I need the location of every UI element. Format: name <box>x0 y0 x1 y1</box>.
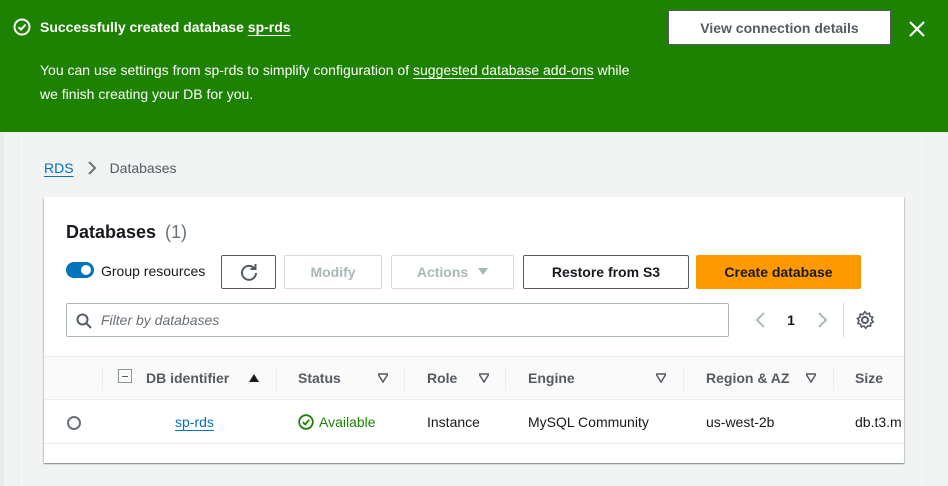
restore-from-s3-button[interactable]: Restore from S3 <box>523 255 689 289</box>
column-divider <box>683 367 684 391</box>
chevron-left-icon[interactable] <box>754 311 768 329</box>
status-cell: Available <box>298 400 376 444</box>
caret-down-icon <box>478 268 489 275</box>
filter-databases-input[interactable] <box>101 310 701 330</box>
flash-message: You can use settings from sp-rds to simp… <box>40 58 650 106</box>
table-header: DB identifier Status Role Engine Region … <box>44 356 904 400</box>
engine-cell: MySQL Community <box>528 414 649 430</box>
success-flash-banner: Successfully created database sp-rds You… <box>0 0 948 132</box>
page-number[interactable]: 1 <box>783 312 799 328</box>
status-text: Available <box>319 414 376 430</box>
role-cell: Instance <box>427 414 480 430</box>
create-database-button[interactable]: Create database <box>696 255 861 289</box>
actions-label: Actions <box>416 264 469 280</box>
collapse-all-icon[interactable] <box>118 369 132 383</box>
chevron-right-icon <box>87 161 96 175</box>
refresh-button[interactable] <box>221 255 276 289</box>
database-count: (1) <box>165 222 187 242</box>
column-divider <box>276 367 277 391</box>
status-available-icon <box>298 414 314 430</box>
left-edge <box>0 132 4 486</box>
flash-title-text: Successfully created database <box>40 19 248 35</box>
column-divider <box>102 367 103 391</box>
gear-icon[interactable] <box>855 310 875 330</box>
sort-ascending-icon[interactable] <box>249 373 259 383</box>
suggested-addons-link[interactable]: suggested database add-ons <box>413 62 594 78</box>
view-connection-details-button[interactable]: View connection details <box>668 10 891 45</box>
sort-icon[interactable] <box>479 373 489 383</box>
breadcrumb-current: Databases <box>109 160 177 176</box>
region-az-cell: us-west-2b <box>706 414 775 430</box>
pagination-divider <box>843 303 844 337</box>
sort-icon[interactable] <box>806 373 816 383</box>
breadcrumb: RDS Databases <box>44 160 177 176</box>
column-role[interactable]: Role <box>427 357 457 399</box>
row-select-radio[interactable] <box>67 416 81 430</box>
flash-db-link[interactable]: sp-rds <box>248 19 291 35</box>
page-title: Databases <box>66 222 157 242</box>
flash-message-text: You can use settings from sp-rds to simp… <box>40 62 413 78</box>
breadcrumb-rds-link[interactable]: RDS <box>44 160 74 176</box>
column-size[interactable]: Size <box>855 357 883 399</box>
chevron-right-icon[interactable] <box>815 311 829 329</box>
modify-button[interactable]: Modify <box>284 255 382 289</box>
column-status[interactable]: Status <box>298 357 341 399</box>
column-divider <box>833 367 834 391</box>
table-row: sp-rds Available Instance MySQL Communit… <box>44 400 904 444</box>
group-resources-toggle[interactable] <box>66 262 94 278</box>
column-divider <box>404 367 405 391</box>
db-identifier-link[interactable]: sp-rds <box>175 414 214 430</box>
sort-icon[interactable] <box>656 373 666 383</box>
flash-title: Successfully created database sp-rds <box>40 19 291 35</box>
actions-button[interactable]: Actions <box>391 255 514 289</box>
column-divider <box>505 367 506 391</box>
column-engine[interactable]: Engine <box>528 357 575 399</box>
column-region-az[interactable]: Region & AZ <box>706 357 789 399</box>
group-resources-label: Group resources <box>101 263 206 279</box>
left-divider <box>18 132 19 486</box>
right-divider <box>926 132 927 486</box>
close-icon[interactable] <box>906 18 928 40</box>
filter-box <box>66 303 729 337</box>
databases-panel: Databases (1) Group resources Modify Act… <box>44 197 904 463</box>
search-icon <box>76 313 92 329</box>
sort-icon[interactable] <box>378 373 388 383</box>
refresh-icon <box>240 264 257 281</box>
success-check-icon <box>13 18 31 36</box>
column-db-identifier[interactable]: DB identifier <box>146 357 229 399</box>
size-cell: db.t3.m <box>855 414 902 430</box>
